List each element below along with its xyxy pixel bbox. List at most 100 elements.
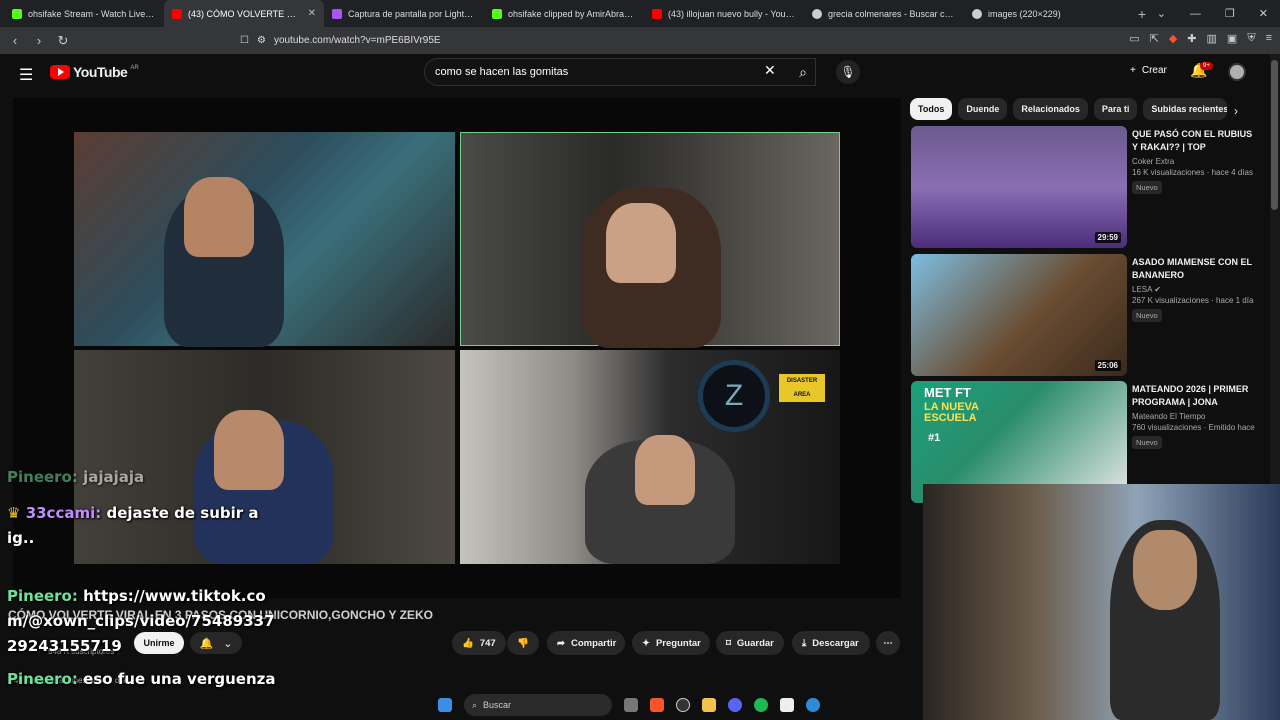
video-title[interactable]: ASADO MIAMENSE CON EL BANANERO: [1132, 256, 1257, 282]
thumbnail-text: MET FT: [924, 385, 971, 400]
tab-list-icon[interactable]: ⌄: [1157, 7, 1166, 20]
minimize-icon[interactable]: —: [1190, 8, 1201, 20]
like-button[interactable]: 👍 747: [452, 631, 506, 655]
stream-logo-sign: Z: [698, 360, 770, 432]
chevron-right-icon[interactable]: ›: [1234, 104, 1238, 118]
task-view-icon[interactable]: [624, 698, 638, 712]
reload-icon[interactable]: ↻: [56, 33, 70, 49]
download-icon: ⤓: [802, 637, 807, 649]
share-icon[interactable]: ⇱: [1150, 32, 1159, 45]
bookmark-icon[interactable]: ☐: [240, 35, 249, 46]
chip-recent[interactable]: Subidas recientes: [1143, 98, 1228, 120]
browser-tab[interactable]: images (220×229): [964, 0, 1124, 27]
video-title[interactable]: QUE PASÓ CON EL RUBIUS Y RAKAI?? | TOP G…: [1132, 128, 1257, 154]
share-label: Compartir: [570, 637, 617, 649]
recommended-video[interactable]: 29:59 QUE PASÓ CON EL RUBIUS Y RAKAI?? |…: [911, 126, 1261, 248]
chip-for-you[interactable]: Para ti: [1093, 98, 1138, 120]
share-button[interactable]: ➦ Compartir: [547, 631, 625, 655]
like-count: 747: [479, 637, 496, 649]
scrollbar-thumb[interactable]: [1271, 60, 1278, 210]
clear-search-icon[interactable]: ✕: [764, 62, 776, 79]
cast-icon[interactable]: ▭: [1129, 32, 1139, 45]
browser-tab[interactable]: (43) illojuan nuevo bully - YouTube: [644, 0, 804, 27]
browser-tab-active[interactable]: (43) CÓMO VOLVERTE VIRAL EN ✕: [164, 0, 324, 27]
windows-start-icon[interactable]: [438, 698, 452, 712]
thumbs-down-icon: 👎: [517, 637, 529, 649]
video-title[interactable]: MATEANDO 2026 | PRIMER PROGRAMA | JONA S…: [1132, 383, 1257, 409]
video-thumbnail[interactable]: 29:59: [911, 126, 1127, 248]
dislike-button[interactable]: 👎: [507, 631, 539, 655]
search-icon: ⌕: [472, 699, 478, 710]
new-tab-icon[interactable]: +: [1132, 6, 1152, 22]
tab-title: ohsifake Stream - Watch Live on: [28, 8, 156, 19]
sidebar-icon[interactable]: ▥: [1207, 32, 1217, 45]
browser-tab[interactable]: grecia colmenares - Buscar con Go: [804, 0, 964, 27]
chip-related[interactable]: Relacionados: [1013, 98, 1088, 120]
address-bar[interactable]: ☐ ⚙ youtube.com/watch?v=mPE6BIVr95E: [240, 31, 880, 51]
channel-name[interactable]: Mateando El Tiempo: [1132, 412, 1257, 421]
save-label: Guardar: [736, 637, 774, 649]
file-explorer-icon[interactable]: [702, 698, 716, 712]
ask-label: Preguntar: [655, 637, 701, 649]
filter-chips: Todos Duende Relacionados Para ti Subida…: [910, 98, 1228, 120]
more-actions-button[interactable]: ⋯: [876, 631, 900, 655]
extension-icon[interactable]: ✚: [1187, 32, 1196, 45]
back-icon[interactable]: ‹: [8, 33, 22, 48]
search-input[interactable]: como se hacen las gomitas: [424, 58, 816, 86]
vpn-icon[interactable]: ⛨: [1247, 32, 1255, 45]
search-icon: ⌕: [799, 63, 807, 80]
browser-tab[interactable]: ohsifake Stream - Watch Live on: [4, 0, 164, 27]
obs-icon[interactable]: [676, 698, 690, 712]
lightshot-icon: [332, 8, 342, 19]
ask-button[interactable]: ✦ Preguntar: [632, 631, 710, 655]
create-label: Crear: [1141, 65, 1167, 76]
search-button[interactable]: ⌕: [786, 58, 820, 86]
capcut-icon[interactable]: [780, 698, 794, 712]
browser-tab[interactable]: ohsifake clipped by AmirAbraham: [484, 0, 644, 27]
share-arrow-icon: ➦: [557, 637, 565, 649]
chat-message: ♛ 33ccami: dejaste de subir a ig..: [7, 501, 277, 551]
google-icon: [812, 8, 822, 19]
video-duration: 29:59: [1094, 232, 1121, 243]
chip-all[interactable]: Todos: [910, 98, 953, 120]
taskbar-search[interactable]: ⌕ Buscar: [464, 694, 612, 716]
brave-icon[interactable]: [650, 698, 664, 712]
voice-search-icon[interactable]: 🎙: [836, 60, 860, 84]
site-info-icon[interactable]: ⚙: [257, 35, 266, 46]
channel-name[interactable]: Coker Extra: [1132, 157, 1257, 166]
streamer-face: [214, 410, 284, 490]
hamburger-menu-icon[interactable]: ☰: [19, 65, 33, 85]
stream-cam-top-right: [460, 132, 840, 348]
youtube-icon: [172, 8, 182, 19]
spotify-icon[interactable]: [754, 698, 768, 712]
streamer-face: [184, 177, 254, 257]
create-button[interactable]: + Crear: [1124, 62, 1173, 79]
close-window-icon[interactable]: ✕: [1259, 7, 1268, 20]
maximize-icon[interactable]: ❐: [1225, 7, 1235, 20]
download-button[interactable]: ⤓ Descargar: [792, 631, 870, 655]
globe-icon: [972, 8, 982, 19]
browser-tab[interactable]: Captura de pantalla por Lightshot: [324, 0, 484, 27]
chat-username: Pineero:: [7, 670, 78, 688]
stream-cam-top-left: [74, 132, 455, 347]
user-avatar[interactable]: [1228, 63, 1246, 81]
save-button[interactable]: ⌑ Guardar: [716, 631, 784, 655]
chat-message: Pineero: https://www.tiktok.com/@xown_cl…: [7, 584, 277, 659]
recommended-video[interactable]: 25:06 ASADO MIAMENSE CON EL BANANERO LES…: [911, 254, 1261, 376]
browser-tab-bar: ohsifake Stream - Watch Live on (43) CÓM…: [0, 0, 1280, 27]
brave-shield-icon[interactable]: ◆: [1169, 32, 1177, 45]
youtube-icon: [652, 8, 662, 19]
search-value: como se hacen las gomitas: [435, 66, 569, 78]
discord-icon[interactable]: [728, 698, 742, 712]
youtube-logo[interactable]: YouTube AR: [50, 64, 139, 80]
menu-icon[interactable]: ≡: [1266, 32, 1272, 45]
plus-icon: +: [1130, 65, 1136, 76]
video-thumbnail[interactable]: 25:06: [911, 254, 1127, 376]
chip-duende[interactable]: Duende: [958, 98, 1008, 120]
app-icon[interactable]: [806, 698, 820, 712]
wallet-icon[interactable]: ▣: [1227, 32, 1237, 45]
new-badge: Nuevo: [1132, 181, 1162, 194]
forward-icon[interactable]: ›: [32, 33, 46, 48]
close-tab-icon[interactable]: ✕: [308, 8, 316, 19]
channel-name[interactable]: LESA ✔: [1132, 285, 1257, 294]
